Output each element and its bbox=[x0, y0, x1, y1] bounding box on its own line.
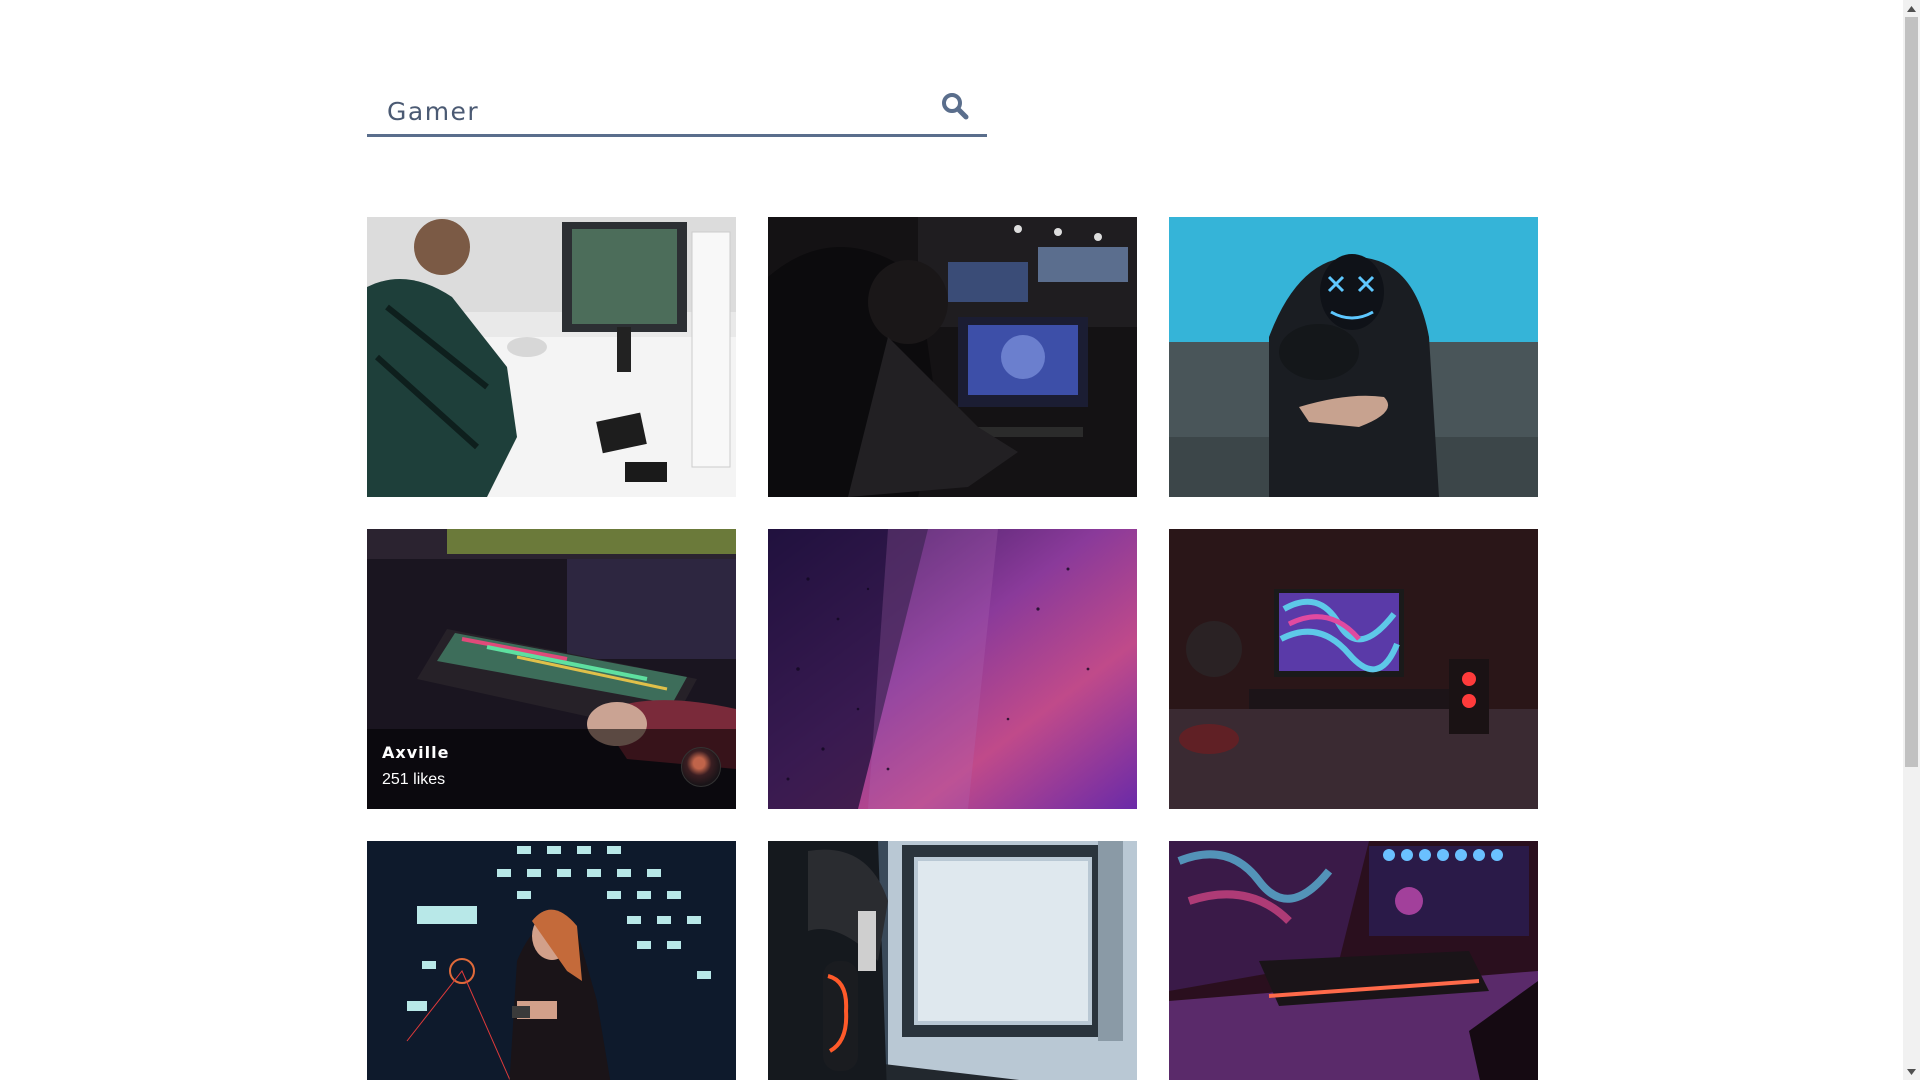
photo-space-invaders-girl bbox=[367, 841, 736, 1080]
gallery-card[interactable] bbox=[768, 841, 1137, 1080]
vertical-scrollbar[interactable] bbox=[1903, 0, 1920, 1080]
search-input[interactable] bbox=[367, 82, 927, 134]
photo-esports-player bbox=[768, 217, 1137, 497]
gallery-card[interactable] bbox=[367, 217, 736, 497]
gallery-card[interactable] bbox=[1169, 841, 1538, 1080]
photo-purple-keyboard bbox=[1169, 841, 1538, 1080]
gallery-card[interactable] bbox=[768, 217, 1137, 497]
gallery-card[interactable]: Axville 251 likes bbox=[367, 529, 736, 809]
gallery-card[interactable] bbox=[1169, 529, 1538, 809]
photo-info-overlay: Axville 251 likes bbox=[367, 729, 736, 809]
search-icon bbox=[941, 92, 969, 123]
photo-purple-galaxy bbox=[768, 529, 1137, 809]
scrollbar-thumb[interactable] bbox=[1905, 17, 1918, 767]
photo-red-desk-setup bbox=[1169, 529, 1538, 809]
gallery-card[interactable] bbox=[768, 529, 1137, 809]
photo-neon-mask-controller bbox=[1169, 217, 1538, 497]
gallery-card[interactable] bbox=[367, 841, 736, 1080]
image-gallery: Axville 251 likes bbox=[367, 217, 1538, 1080]
author-avatar[interactable] bbox=[681, 747, 721, 787]
search-bar bbox=[367, 82, 987, 137]
author-name[interactable]: Axville bbox=[382, 743, 449, 762]
photo-headphones-monitor bbox=[768, 841, 1137, 1080]
search-button[interactable] bbox=[938, 90, 972, 124]
likes-count: 251 likes bbox=[382, 771, 446, 788]
gallery-card[interactable] bbox=[1169, 217, 1538, 497]
photo-man-playing-controller bbox=[367, 217, 736, 497]
scroll-up-arrow-icon[interactable] bbox=[1903, 0, 1920, 17]
scroll-down-arrow-icon[interactable] bbox=[1903, 1063, 1920, 1080]
